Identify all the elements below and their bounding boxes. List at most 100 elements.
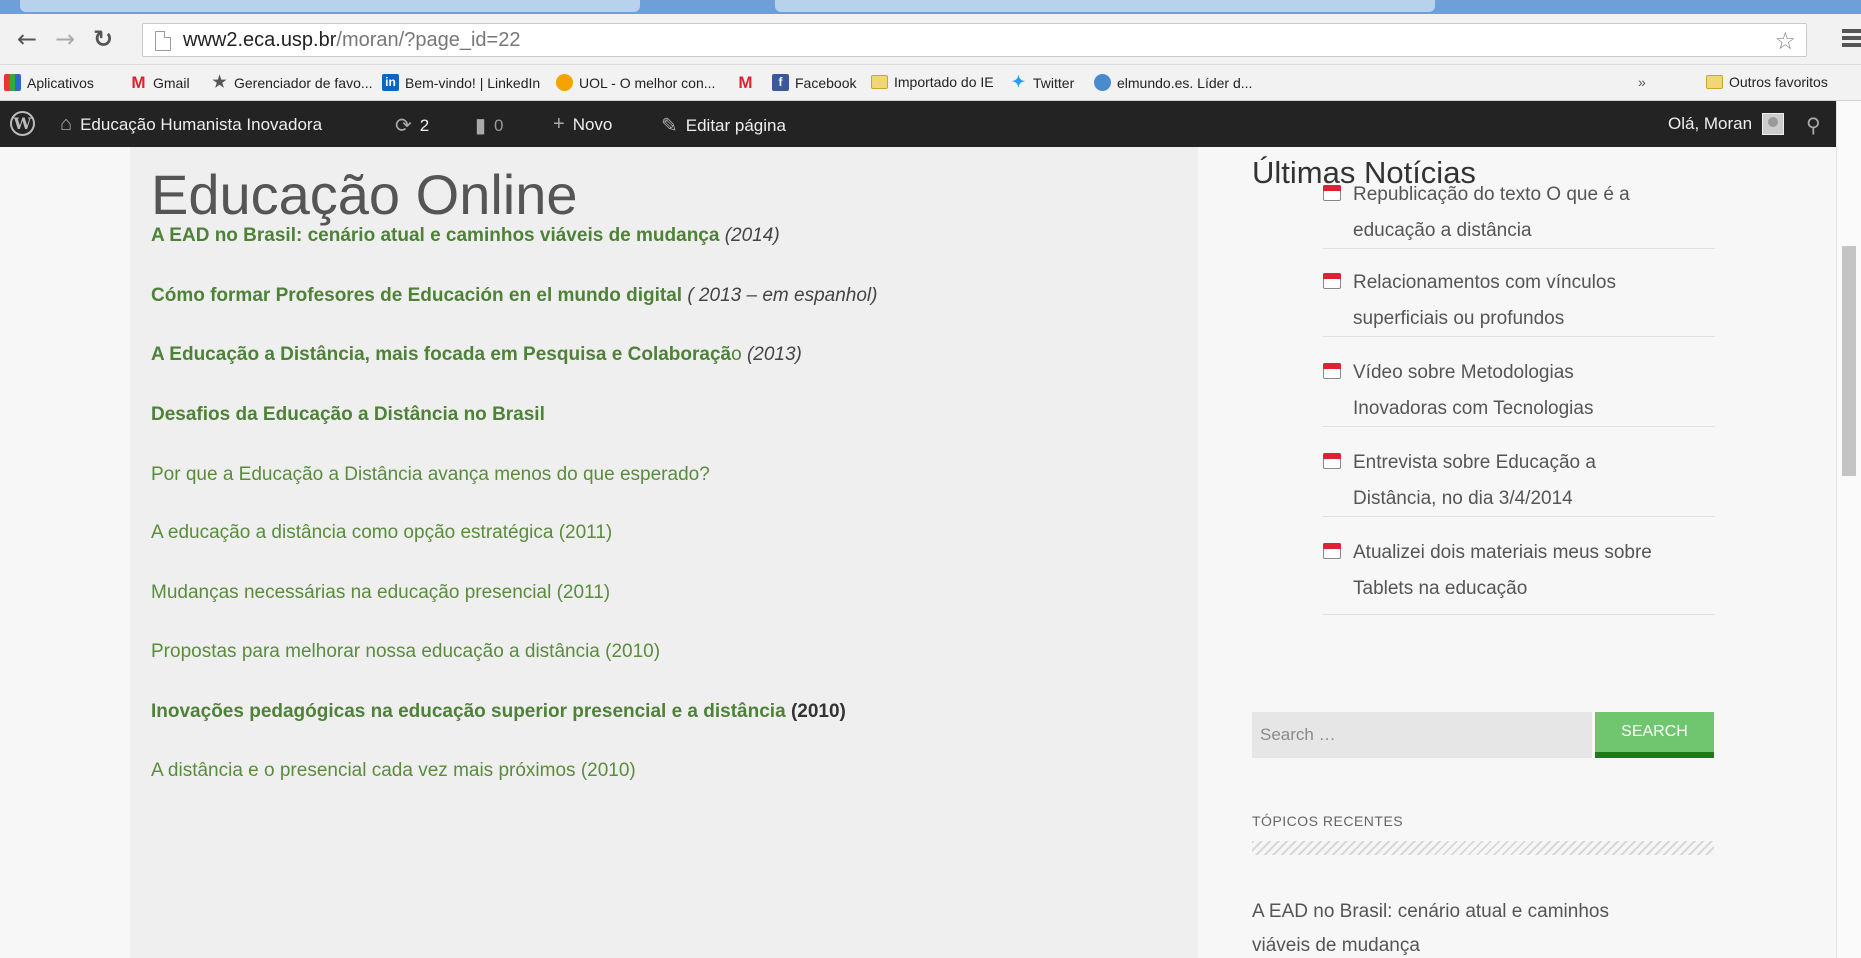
admin-site-name[interactable]: ⌂ Educação Humanista Inovadora — [60, 113, 322, 136]
bookmark-linkedin[interactable]: in Bem-vindo! | LinkedIn — [382, 74, 540, 91]
bookmark-other-folder[interactable]: Outros favoritos — [1706, 74, 1828, 90]
page-title: Educação Online — [151, 163, 578, 226]
bookmark-star-icon[interactable]: ☆ — [1774, 27, 1796, 55]
admin-edit-page[interactable]: ✎ Editar página — [661, 113, 786, 138]
bookmark-label: Gerenciador de favo... — [234, 74, 373, 91]
scroll-thumb[interactable] — [1842, 246, 1856, 476]
bookmark-twitter[interactable]: ✦ Twitter — [1010, 74, 1074, 91]
post-title: Cómo formar Profesores de Educación en e… — [151, 285, 683, 306]
gmail-icon: M — [738, 73, 753, 92]
bookmark-label: Importado do IE — [894, 74, 994, 90]
bookmark-label: Bem-vindo! | LinkedIn — [405, 74, 541, 91]
twitter-icon: ✦ — [1011, 74, 1026, 91]
browser-tab[interactable] — [20, 0, 640, 12]
post-link[interactable]: A educação a distância como opção estrat… — [151, 522, 612, 544]
bookmark-label: Facebook — [795, 74, 857, 91]
calendar-icon — [1323, 185, 1341, 201]
post-link[interactable]: A EAD no Brasil: cenário atual e caminho… — [151, 225, 780, 247]
folder-icon — [871, 75, 888, 89]
wordpress-logo-icon[interactable]: W — [10, 111, 35, 136]
bookmark-facebook[interactable]: f Facebook — [772, 74, 856, 91]
post-link[interactable]: Propostas para melhorar nossa educação a… — [151, 641, 660, 663]
admin-updates[interactable]: ⟳ 2 — [395, 113, 429, 138]
calendar-icon — [1323, 543, 1341, 559]
post-title: Propostas para melhorar nossa educação a… — [151, 641, 661, 662]
bookmark-manager[interactable]: ★ Gerenciador de favo... — [211, 74, 373, 91]
bookmarks-overflow-chevron[interactable]: » — [1638, 74, 1646, 90]
bookmark-label: Gmail — [153, 74, 190, 91]
news-item[interactable]: Entrevista sobre Educação a Distância, n… — [1323, 445, 1715, 517]
news-item[interactable]: Atualizei dois materiais meus sobre Tabl… — [1323, 535, 1715, 615]
admin-account[interactable]: Olá, Moran — [1668, 113, 1785, 135]
site-name-label: Educação Humanista Inovadora — [80, 114, 323, 134]
search-input[interactable] — [1252, 712, 1592, 758]
recent-topics-title: TÓPICOS RECENTES — [1252, 813, 1404, 829]
search-icon: ⚲ — [1806, 115, 1821, 137]
news-item[interactable]: Republicação do texto O que é a educação… — [1323, 177, 1715, 249]
post-title: Por que a Educação a Distância avança me… — [151, 464, 710, 485]
news-line: superficiais ou profundos — [1353, 308, 1565, 329]
post-title: A educação a distância como opção estrat… — [151, 522, 613, 543]
divider — [1252, 841, 1714, 855]
home-icon: ⌂ — [60, 113, 73, 135]
refresh-icon: ⟳ — [395, 115, 412, 137]
search-button[interactable]: SEARCH — [1595, 712, 1714, 758]
admin-search-icon[interactable]: ⚲ — [1806, 113, 1821, 138]
news-line: Entrevista sobre Educação a — [1353, 452, 1596, 473]
bookmark-gmail[interactable]: M Gmail — [130, 74, 190, 91]
forward-arrow-icon[interactable]: → — [50, 24, 80, 54]
avatar — [1762, 113, 1785, 135]
post-title: A EAD no Brasil: cenário atual e caminho… — [151, 225, 720, 246]
admin-new[interactable]: + Novo — [553, 113, 612, 136]
menu-icon[interactable] — [1838, 26, 1861, 54]
calendar-icon — [1323, 453, 1341, 469]
bookmark-label: Outros favoritos — [1729, 74, 1828, 90]
comment-icon: ▮ — [475, 115, 487, 137]
calendar-icon — [1323, 363, 1341, 379]
bookmark-folder-ie[interactable]: Importado do IE — [871, 74, 994, 90]
news-item[interactable]: Relacionamentos com vínculos superficiai… — [1323, 265, 1715, 337]
recent-topic-line: viáveis de mudança — [1252, 935, 1420, 956]
page-scrollbar[interactable] — [1836, 101, 1861, 958]
bookmark-gmail-2[interactable]: M — [737, 74, 760, 91]
bookmark-label: elmundo.es. Líder d... — [1117, 74, 1253, 91]
page-body: Educação Online A EAD no Brasil: cenário… — [0, 147, 1861, 958]
admin-comments[interactable]: ▮ 0 — [475, 113, 503, 138]
news-line: Republicação do texto O que é a — [1353, 184, 1630, 205]
calendar-icon — [1323, 273, 1341, 289]
bookmark-apps[interactable]: Aplicativos — [4, 74, 94, 91]
news-line: educação a distância — [1353, 220, 1532, 241]
bookmark-elmundo[interactable]: elmundo.es. Líder d... — [1094, 74, 1252, 91]
post-link[interactable]: Por que a Educação a Distância avança me… — [151, 464, 710, 486]
post-title: A distância e o presencial cada vez mais… — [151, 760, 636, 781]
news-line: Distância, no dia 3/4/2014 — [1353, 488, 1573, 509]
main-content: Educação Online A EAD no Brasil: cenário… — [130, 147, 1198, 958]
back-arrow-icon[interactable]: ← — [12, 24, 42, 54]
bookmark-label: Twitter — [1033, 74, 1075, 91]
apps-icon — [4, 74, 21, 91]
post-link[interactable]: Desafios da Educação a Distância no Bras… — [151, 404, 545, 426]
url-input[interactable]: www2.eca.usp.br/moran/?page_id=22 ☆ — [142, 23, 1807, 57]
post-link[interactable]: A Educação a Distância, mais focada em P… — [151, 344, 802, 366]
browser-tab-strip — [0, 0, 1861, 14]
recent-topic-link[interactable]: A EAD no Brasil: cenário atual e caminho… — [1252, 895, 1692, 958]
post-link[interactable]: Cómo formar Profesores de Educación en e… — [151, 285, 877, 307]
address-bar: ← → ↻ www2.eca.usp.br/moran/?page_id=22 … — [0, 14, 1861, 65]
post-title: A Educação a Distância, mais focada em P… — [151, 344, 732, 365]
bookmark-label: » — [1638, 74, 1646, 90]
post-link[interactable]: Mudanças necessárias na educação presenc… — [151, 582, 610, 604]
bookmark-uol[interactable]: UOL - O melhor con... — [556, 74, 715, 91]
reload-icon[interactable]: ↻ — [88, 24, 118, 54]
post-link[interactable]: Inovações pedagógicas na educação superi… — [151, 701, 846, 723]
post-year: (2013) — [746, 344, 802, 365]
news-line: Vídeo sobre Metodologias — [1353, 362, 1574, 383]
browser-tab[interactable] — [775, 0, 1435, 12]
facebook-icon: f — [772, 74, 789, 91]
post-year: (2014) — [724, 225, 780, 246]
wp-admin-bar: W ⌂ Educação Humanista Inovadora ⟳ 2 ▮ 0 + N… — [0, 101, 1861, 147]
news-line: Atualizei dois materiais meus sobre — [1353, 542, 1652, 563]
plus-icon: + — [553, 113, 565, 135]
post-link[interactable]: A distância e o presencial cada vez mais… — [151, 760, 636, 782]
news-item[interactable]: Vídeo sobre Metodologias Inovadoras com … — [1323, 355, 1715, 427]
new-label: Novo — [572, 114, 613, 134]
